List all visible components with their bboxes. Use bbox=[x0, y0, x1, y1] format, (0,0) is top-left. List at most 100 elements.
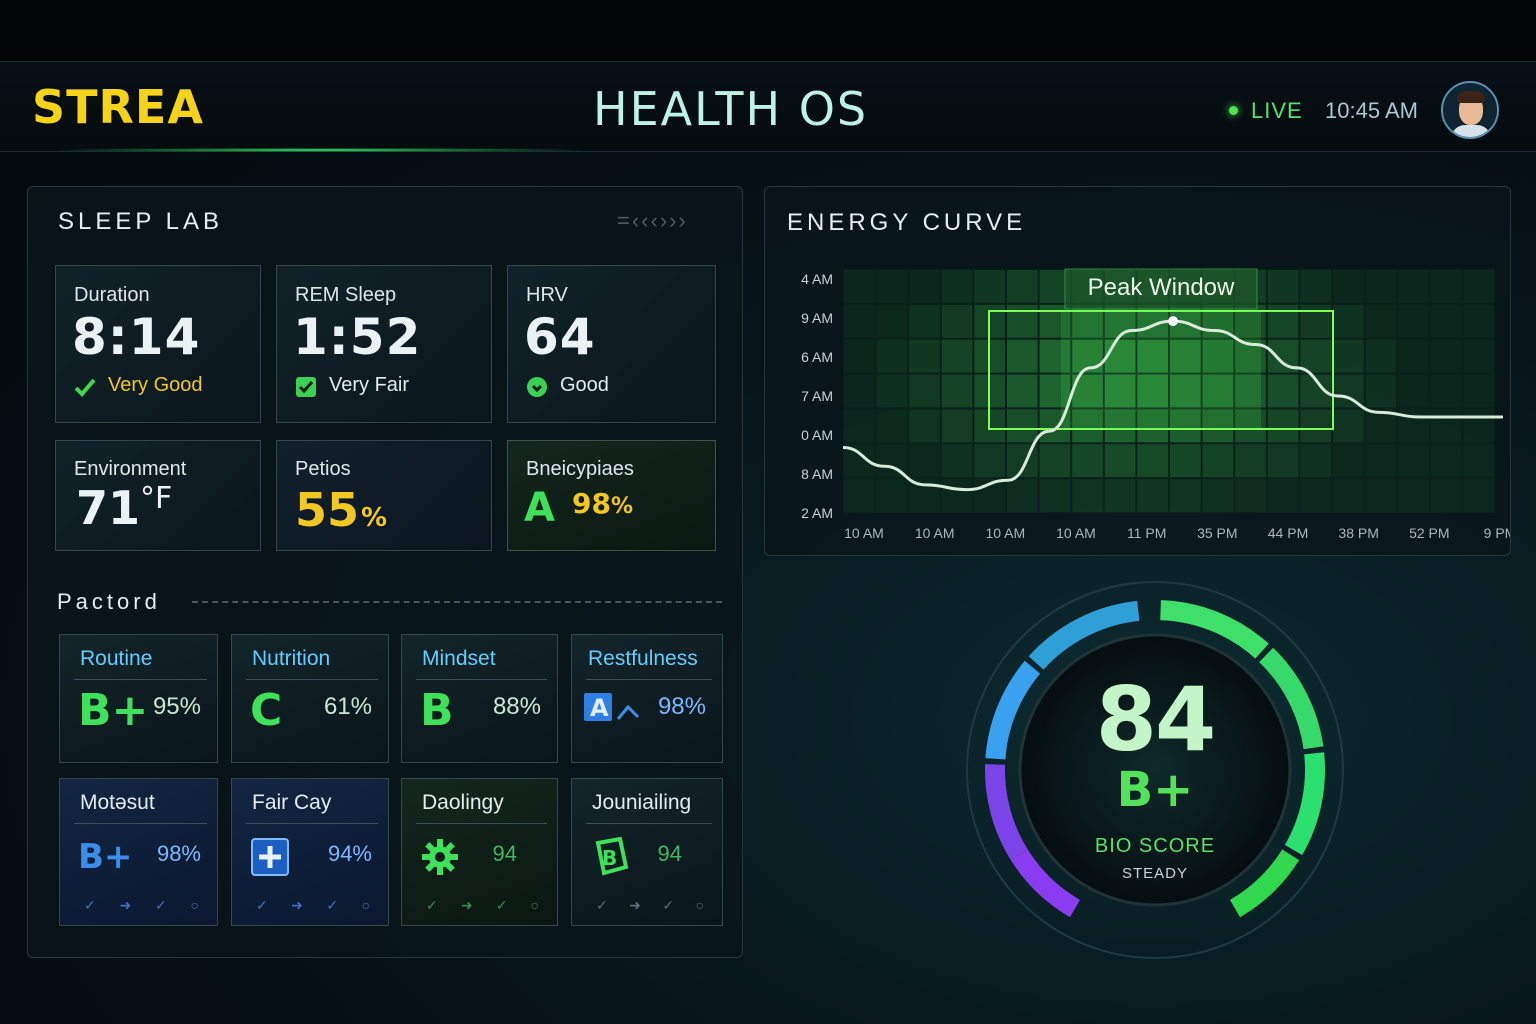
peak-window-fill bbox=[1061, 311, 1261, 429]
factor-label: Restfulness bbox=[588, 647, 698, 670]
chart-grid-cell bbox=[941, 479, 973, 512]
factor-card-routine[interactable]: Routine B+ 95% bbox=[59, 634, 218, 763]
gear-icon bbox=[420, 837, 460, 882]
factor-divider bbox=[74, 679, 207, 680]
chart-grid-cell bbox=[1463, 409, 1494, 443]
x-tick-label: 52 PM bbox=[1409, 525, 1449, 541]
metric-label: Bneicypiaes bbox=[526, 458, 634, 480]
chart-grid-cell bbox=[1463, 479, 1494, 512]
sleep-lab-nav-arrows[interactable]: =‹‹‹››› bbox=[617, 208, 688, 234]
chart-grid-cell bbox=[1007, 339, 1038, 373]
chart-grid-cell bbox=[1430, 409, 1462, 443]
factor-card-fair-cay[interactable]: Fair Cay 94% ✓ ➜ ✓ ○ bbox=[231, 778, 389, 926]
metric-tile-hrv[interactable]: HRV 64 Good bbox=[507, 265, 716, 423]
metric-value: 1:52 bbox=[293, 308, 422, 366]
chart-grid-cell bbox=[1267, 374, 1299, 408]
chart-grid-cell bbox=[1267, 270, 1299, 303]
chart-grid-cell bbox=[1333, 339, 1364, 373]
factor-card-restfulness[interactable]: Restfulness A 98% bbox=[571, 634, 723, 763]
brand-logo[interactable]: STREA bbox=[32, 80, 204, 134]
factor-sparkline-icons: ✓ ➜ ✓ ○ bbox=[426, 897, 539, 913]
factor-card-mot-sut[interactable]: Motəsut B+ 98% ✓ ➜ ✓ ○ bbox=[59, 778, 218, 926]
chart-grid-cell bbox=[1463, 304, 1494, 338]
factor-divider bbox=[246, 823, 378, 824]
chart-grid-cell bbox=[1300, 270, 1331, 303]
chart-grid-cell bbox=[1039, 444, 1071, 478]
chart-grid-cell bbox=[1398, 479, 1429, 512]
factor-divider bbox=[416, 823, 547, 824]
chart-grid-cell bbox=[1430, 270, 1462, 303]
chart-grid-cell bbox=[1365, 479, 1397, 512]
chart-grid-cell bbox=[1300, 444, 1331, 478]
metric-label: HRV bbox=[526, 284, 568, 306]
bio-score-label: BIO SCORE bbox=[1094, 835, 1216, 857]
chart-grid-cell bbox=[1007, 479, 1038, 512]
chart-grid-cell bbox=[844, 339, 875, 373]
factor-divider bbox=[586, 823, 712, 824]
live-indicator-icon bbox=[1229, 106, 1238, 115]
check-mark-icon bbox=[74, 378, 96, 397]
chart-grid-cell bbox=[909, 374, 940, 408]
chart-grid-cell bbox=[909, 304, 940, 338]
factor-label: Fair Cay bbox=[252, 791, 332, 814]
metric-tile-environment[interactable]: Environment 71°F bbox=[55, 440, 261, 551]
chart-grid-cell bbox=[1463, 339, 1494, 373]
factor-sparkline-icons: ✓ ➜ ✓ ○ bbox=[596, 897, 704, 913]
user-avatar-icon[interactable] bbox=[1441, 81, 1499, 139]
factor-percent: 88% bbox=[492, 693, 541, 720]
plus-box-icon bbox=[250, 837, 290, 882]
factor-label: Nutrition bbox=[252, 647, 331, 670]
chart-grid-cell bbox=[1202, 479, 1234, 512]
factor-percent: 98% bbox=[156, 841, 201, 866]
factor-card-mindset[interactable]: Mindset B 88% bbox=[401, 634, 558, 763]
metric-label: Duration bbox=[74, 284, 150, 306]
chart-grid-cell bbox=[941, 304, 973, 338]
chart-grid-cell bbox=[1300, 304, 1331, 338]
chart-grid-cell bbox=[1365, 339, 1397, 373]
metric-tile-duration[interactable]: Duration 8:14 Very Good bbox=[55, 265, 261, 423]
peak-window-label: Peak Window bbox=[1088, 274, 1235, 301]
petios-value: 55% bbox=[295, 483, 388, 537]
factor-divider bbox=[416, 679, 547, 680]
y-tick-label: 9 AM bbox=[801, 310, 833, 326]
bio-score-value: 84 bbox=[1095, 668, 1216, 771]
chart-grid-cell bbox=[844, 270, 875, 303]
checkbox-checked-icon bbox=[296, 377, 316, 397]
metric-status: Very Good bbox=[108, 374, 203, 396]
chart-grid-cell bbox=[1235, 479, 1266, 512]
factor-card-daolingy[interactable]: Daolingy 94 ✓ ➜ ✓ ○ bbox=[401, 778, 558, 926]
top-bar bbox=[0, 0, 1536, 62]
chart-grid-cell bbox=[1398, 304, 1429, 338]
chart-grid-cell bbox=[941, 409, 973, 443]
chart-grid-cell bbox=[1170, 479, 1201, 512]
chart-grid-cell bbox=[1430, 374, 1462, 408]
chart-grid-cell bbox=[1333, 270, 1364, 303]
factor-card-jouniailing[interactable]: Jouniailing B 94 ✓ ➜ ✓ ○ bbox=[571, 778, 723, 926]
chart-grid-cell bbox=[1398, 339, 1429, 373]
factor-grade: B+ bbox=[78, 685, 149, 736]
bneicypiaes-value: 98% bbox=[572, 487, 634, 520]
chart-grid-cell bbox=[876, 304, 908, 338]
gauge-arc-segment bbox=[1284, 752, 1325, 855]
metric-tile-bneicypiaes[interactable]: Bneicypiaes A 98% bbox=[507, 440, 716, 551]
chart-grid-cell bbox=[974, 270, 1005, 303]
chart-grid-cell bbox=[1333, 409, 1364, 443]
factor-grade: B bbox=[420, 685, 454, 736]
metric-tile-rem[interactable]: REM Sleep 1:52 Very Fair bbox=[276, 265, 492, 423]
peak-marker bbox=[1168, 316, 1178, 327]
chart-grid-cell bbox=[1039, 479, 1071, 512]
chart-grid-cell bbox=[1137, 444, 1168, 478]
chart-grid-cell bbox=[1430, 444, 1462, 478]
svg-text:B: B bbox=[602, 846, 617, 870]
chart-grid-cell bbox=[1267, 479, 1299, 512]
metric-tile-petios[interactable]: Petios 55% bbox=[276, 440, 492, 551]
chart-grid-cell bbox=[909, 444, 940, 478]
factor-card-nutrition[interactable]: Nutrition C 61% bbox=[231, 634, 389, 763]
live-status: LIVE bbox=[1251, 98, 1303, 123]
chart-grid-cell bbox=[876, 374, 908, 408]
chart-grid-cell bbox=[974, 444, 1005, 478]
chart-grid-cell bbox=[844, 409, 875, 443]
chart-grid-cell bbox=[844, 479, 875, 512]
chart-grid-cell bbox=[1463, 444, 1494, 478]
energy-curve-chart[interactable]: Peak Window 4 AM 9 AM 6 AM 7 AM 0 AM 8 AM 2 AM 1… bbox=[765, 187, 1510, 555]
